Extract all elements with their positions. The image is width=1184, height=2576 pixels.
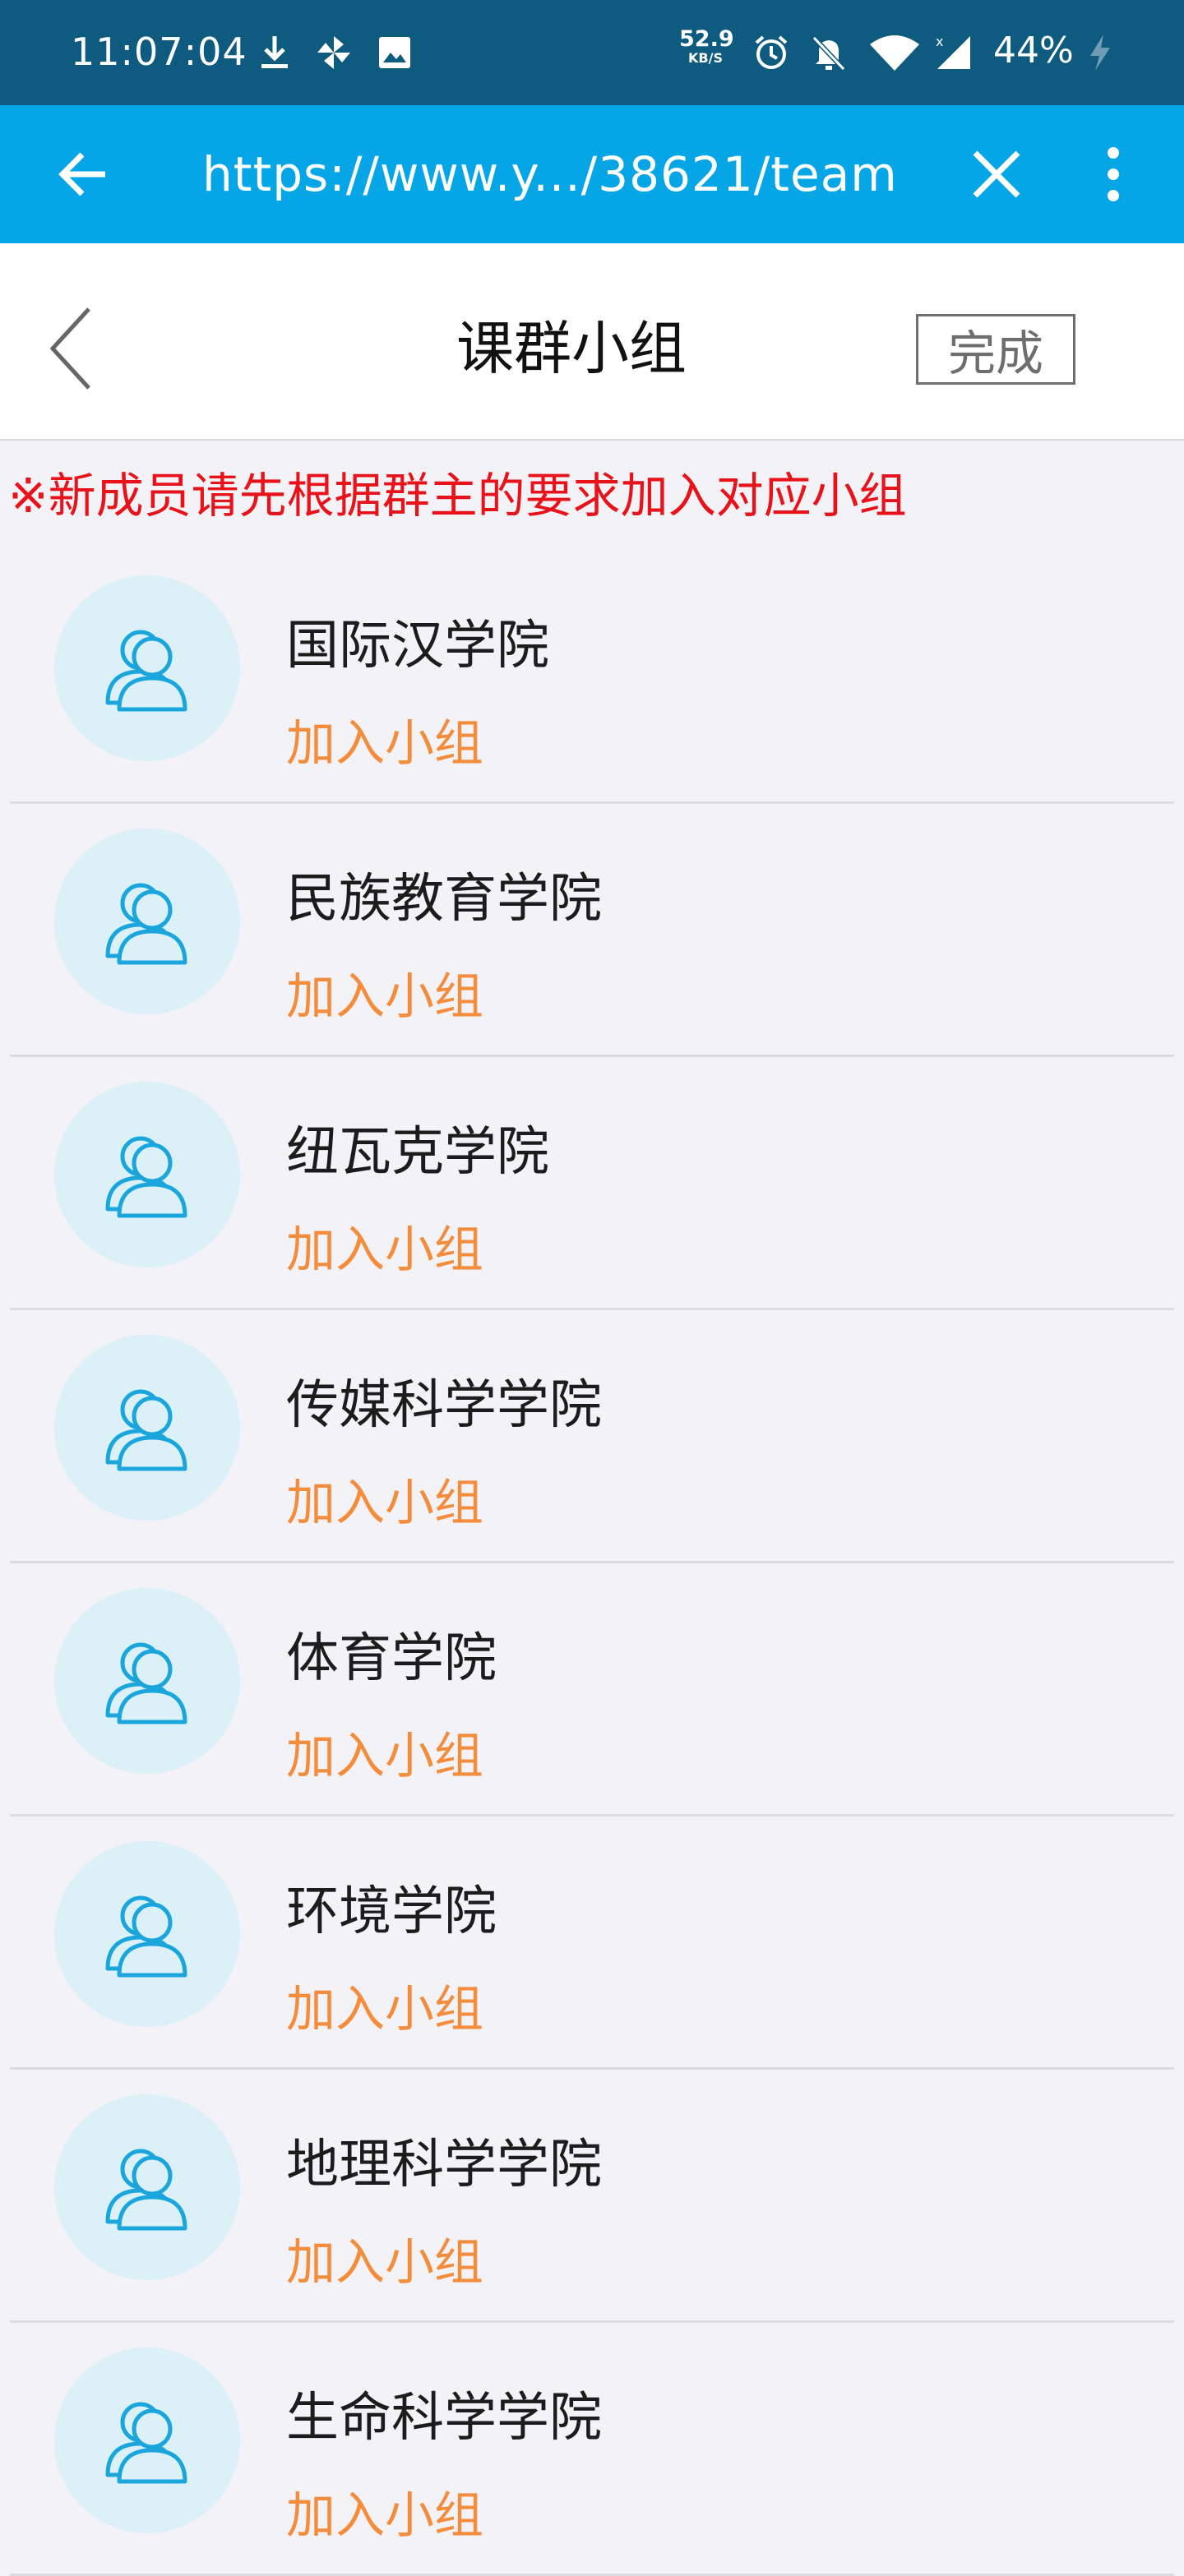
image-icon (375, 33, 414, 72)
list-item[interactable]: 传媒科学学院 加入小组 (0, 1310, 1184, 1563)
network-speed: 52.9 KB/S (679, 26, 734, 66)
done-button[interactable]: 完成 (916, 314, 1075, 385)
user-group-icon (105, 1895, 187, 1978)
more-vertical-icon[interactable] (1097, 145, 1130, 204)
list-item[interactable]: 地理科学学院 加入小组 (0, 2070, 1184, 2323)
network-speed-unit: KB/S (688, 50, 723, 66)
download-icon (255, 33, 294, 72)
group-avatar (54, 2347, 240, 2533)
join-group-button[interactable]: 加入小组 (286, 1463, 483, 1535)
battery-percent: 44% (993, 30, 1074, 72)
alarm-icon (752, 33, 791, 72)
wifi-icon (868, 33, 921, 72)
network-speed-value: 52.9 (679, 26, 734, 52)
page-header: 课群小组 完成 (0, 243, 1184, 441)
group-name: 体育学院 (286, 1628, 497, 1689)
group-name: 传媒科学学院 (286, 1375, 602, 1436)
user-group-icon (105, 1136, 187, 1218)
group-name: 民族教育学院 (286, 869, 602, 930)
charging-icon (1085, 33, 1115, 72)
group-name: 纽瓦克学院 (286, 1122, 549, 1183)
group-avatar (54, 2094, 240, 2280)
list-item[interactable]: 民族教育学院 加入小组 (0, 804, 1184, 1057)
group-avatar (54, 575, 240, 761)
join-notice: ※新成员请先根据群主的要求加入对应小组 (8, 468, 907, 524)
user-group-icon (105, 630, 187, 712)
list-item[interactable]: 国际汉学院 加入小组 (0, 551, 1184, 804)
list-item[interactable]: 环境学院 加入小组 (0, 1817, 1184, 2070)
svg-text:x: x (936, 34, 943, 49)
user-group-icon (105, 2149, 187, 2231)
group-list: 国际汉学院 加入小组 民族教育学院 加入小组 纽瓦克学院 加入小组 传媒科学学院… (0, 551, 1184, 2576)
join-group-button[interactable]: 加入小组 (286, 1210, 483, 1281)
user-group-icon (105, 1389, 187, 1471)
browser-toolbar: https://www.y.../38621/team (0, 105, 1184, 243)
status-bar: 11:07:04 52.9 KB/S x 44% (0, 0, 1184, 105)
group-avatar (54, 1588, 240, 1774)
pinwheel-icon (314, 33, 354, 72)
close-icon[interactable] (970, 148, 1023, 201)
group-avatar (54, 1082, 240, 1267)
join-group-button[interactable]: 加入小组 (286, 1969, 483, 2041)
group-avatar (54, 1841, 240, 2027)
status-time: 11:07:04 (71, 30, 247, 74)
user-group-icon (105, 2402, 187, 2484)
list-item[interactable]: 纽瓦克学院 加入小组 (0, 1057, 1184, 1310)
mute-bell-icon (809, 33, 849, 72)
group-name: 地理科学学院 (286, 2135, 602, 2195)
join-group-button[interactable]: 加入小组 (286, 1716, 483, 1788)
group-name: 生命科学学院 (286, 2388, 602, 2449)
signal-icon: x (934, 33, 974, 72)
url-bar[interactable]: https://www.y.../38621/team (202, 146, 898, 202)
join-group-button[interactable]: 加入小组 (286, 957, 483, 1028)
group-name: 环境学院 (286, 1881, 497, 1942)
user-group-icon (105, 883, 187, 965)
user-group-icon (105, 1642, 187, 1724)
join-group-button[interactable]: 加入小组 (286, 2223, 483, 2294)
group-name: 国际汉学院 (286, 616, 549, 676)
join-group-button[interactable]: 加入小组 (286, 2476, 483, 2547)
back-arrow-icon[interactable] (54, 148, 113, 201)
group-avatar (54, 1335, 240, 1521)
list-item[interactable]: 生命科学学院 加入小组 (0, 2323, 1184, 2576)
group-avatar (54, 829, 240, 1014)
list-item[interactable]: 体育学院 加入小组 (0, 1563, 1184, 1817)
join-group-button[interactable]: 加入小组 (286, 704, 483, 775)
